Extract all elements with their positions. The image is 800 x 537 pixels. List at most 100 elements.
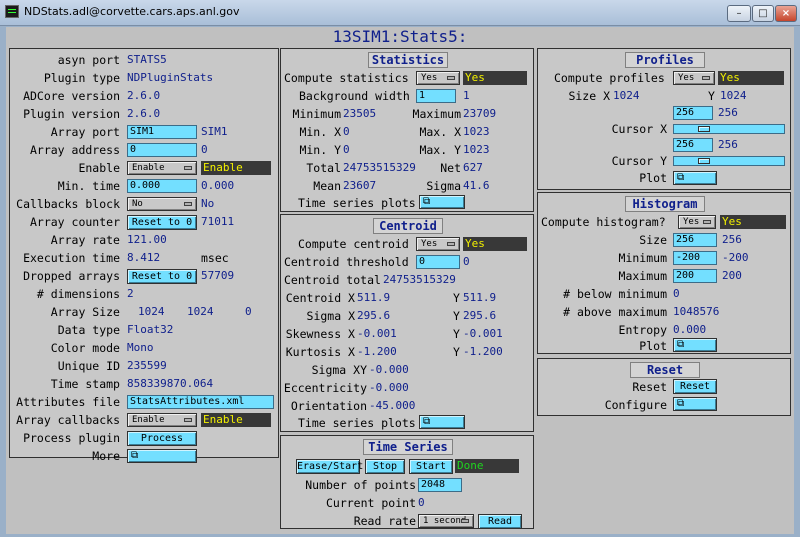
adcore-version-label: ADCore version <box>23 89 120 103</box>
plugin-version-label: Plugin version <box>23 107 120 121</box>
plugin-panel: asyn port STATS5 Plugin type NDPluginSta… <box>9 48 279 463</box>
statistics-time-series-button[interactable]: ⧉ <box>419 195 465 209</box>
sigma-y-value: 295.6 <box>463 309 497 322</box>
data-type-value: Float32 <box>127 323 174 336</box>
profiles-plot-button[interactable]: ⧉ <box>673 171 717 185</box>
cursor-y-label: Cursor Y <box>611 154 667 168</box>
adcore-version-value: 2.6.0 <box>127 89 161 102</box>
total-label: Total <box>306 161 341 175</box>
array-callbacks-menu[interactable]: Enable <box>127 413 197 427</box>
attributes-file-input[interactable]: StatsAttributes.xml <box>127 395 274 409</box>
centroid-threshold-label: Centroid threshold <box>284 255 409 269</box>
plugin-version-value: 2.6.0 <box>127 107 161 120</box>
centroid-total-value: 24753515329 <box>383 273 456 286</box>
color-mode-value: Mono <box>127 341 154 354</box>
menu-arrow-icon <box>447 242 455 246</box>
cursor-x-label: Cursor X <box>611 122 667 136</box>
cursor-x-input[interactable]: 256 <box>673 106 713 120</box>
cursor-y-slider[interactable] <box>673 156 785 166</box>
sigma-xy-label: Sigma XY <box>311 363 367 377</box>
menu-arrow-icon <box>184 418 192 422</box>
number-of-points-input[interactable]: 2048 <box>418 478 462 492</box>
minimize-button[interactable]: – <box>727 5 751 22</box>
array-port-input[interactable]: SIM1 <box>127 125 197 139</box>
related-display-icon: ⧉ <box>677 339 685 350</box>
eccentricity-label: Eccentricity <box>283 381 367 395</box>
callbacks-block-label: Callbacks block <box>16 197 120 211</box>
maximum-value: 23709 <box>463 107 497 120</box>
above-maximum-value: 1048576 <box>673 305 720 318</box>
cursor-y-input[interactable]: 256 <box>673 138 713 152</box>
maximize-button[interactable]: □ <box>752 5 774 22</box>
skewness-y-value: -0.001 <box>463 327 503 340</box>
slider-thumb[interactable] <box>698 158 710 164</box>
max-x-label: Max. X <box>419 125 461 139</box>
histogram-maximum-label: Maximum <box>618 269 667 283</box>
centroid-title: Centroid <box>373 218 443 234</box>
below-minimum-value: 0 <box>673 287 680 300</box>
array-port-label: Array port <box>50 125 120 139</box>
process-button[interactable]: Process <box>127 431 197 446</box>
histogram-plot-button[interactable]: ⧉ <box>673 338 717 352</box>
close-button[interactable]: × <box>775 5 797 22</box>
sigma-x-value: 295.6 <box>357 309 391 322</box>
plugin-type-value: NDPluginStats <box>127 71 214 84</box>
array-address-readback: 0 <box>201 143 208 156</box>
kurtosis-x-value: -1.200 <box>357 345 397 358</box>
window-titlebar: NDStats.adl@corvette.cars.aps.anl.gov – … <box>0 0 800 26</box>
centroid-y-label: Y <box>453 291 460 305</box>
compute-profiles-status: Yes <box>718 71 784 85</box>
app-icon <box>5 5 19 18</box>
read-rate-menu[interactable]: 1 second <box>418 514 474 528</box>
array-address-input[interactable]: 0 <box>127 143 197 157</box>
min-time-input[interactable]: 0.000 <box>127 179 197 193</box>
callbacks-block-menu-value: No <box>132 199 143 209</box>
minimum-value: 23505 <box>343 107 377 120</box>
eccentricity-value: -0.000 <box>369 381 409 394</box>
background-width-input[interactable]: 1 <box>416 89 456 103</box>
read-button[interactable]: Read <box>478 514 522 529</box>
array-rate-value: 121.00 <box>127 233 167 246</box>
callbacks-block-menu[interactable]: No <box>127 197 197 211</box>
compute-profiles-menu[interactable]: Yes <box>673 71 715 85</box>
compute-statistics-menu[interactable]: Yes <box>416 71 460 85</box>
configure-button[interactable]: ⧉ <box>673 397 717 411</box>
histogram-size-input[interactable]: 256 <box>673 233 717 247</box>
start-button[interactable]: Start <box>409 459 453 474</box>
enable-menu[interactable]: Enable <box>127 161 197 175</box>
sigma-value: 41.6 <box>463 179 490 192</box>
array-counter-label: Array counter <box>29 215 120 229</box>
current-point-label: Current point <box>325 496 416 510</box>
reset-button[interactable]: Reset <box>673 379 717 394</box>
more-related-display[interactable]: ⧉ <box>127 449 197 463</box>
erase-start-button[interactable]: Erase/Start <box>296 459 363 474</box>
histogram-maximum-input[interactable]: 200 <box>673 269 717 283</box>
below-minimum-label: # below minimum <box>563 287 667 301</box>
menu-arrow-icon <box>461 519 469 523</box>
centroid-total-label: Centroid total <box>284 273 381 287</box>
number-of-points-label: Number of points <box>305 478 416 492</box>
slider-thumb[interactable] <box>698 126 710 132</box>
orientation-label: Orientation <box>290 399 367 413</box>
array-callbacks-label: Array callbacks <box>16 413 120 427</box>
compute-centroid-menu[interactable]: Yes <box>416 237 460 251</box>
sigma-x-label: Sigma X <box>306 309 355 323</box>
centroid-threshold-input[interactable]: 0 <box>416 255 460 269</box>
cursor-x-slider[interactable] <box>673 124 785 134</box>
stop-button[interactable]: Stop <box>365 459 405 474</box>
color-mode-label: Color mode <box>50 341 120 355</box>
mean-label: Mean <box>313 179 341 193</box>
dropped-arrays-reset-button[interactable]: Reset to 0 <box>127 269 197 284</box>
array-counter-reset-button[interactable]: Reset to 0 <box>127 215 197 230</box>
histogram-minimum-input[interactable]: -200 <box>673 251 717 265</box>
centroid-time-series-button[interactable]: ⧉ <box>419 415 465 429</box>
menu-arrow-icon <box>184 202 192 206</box>
centroid-threshold-readback: 0 <box>463 255 470 268</box>
callbacks-block-readback: No <box>201 197 215 210</box>
related-display-icon: ⧉ <box>131 450 139 461</box>
window-title: NDStats.adl@corvette.cars.aps.anl.gov <box>24 5 240 18</box>
dimensions-value: 2 <box>127 287 134 300</box>
compute-centroid-menu-value: Yes <box>421 239 438 249</box>
related-display-icon: ⧉ <box>677 172 685 183</box>
compute-histogram-menu[interactable]: Yes <box>678 215 716 229</box>
